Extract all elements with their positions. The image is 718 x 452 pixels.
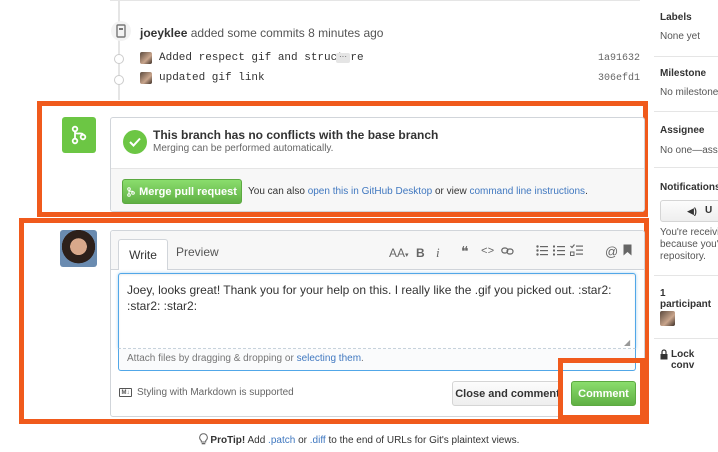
notifications-heading: Notifications: [660, 182, 718, 193]
divider: [654, 167, 718, 168]
check-circle-icon: [123, 130, 147, 154]
unsubscribe-label: U: [705, 205, 713, 216]
divider: [654, 111, 718, 112]
event-user-link[interactable]: joeyklee: [140, 26, 187, 40]
task-list-icon[interactable]: [570, 244, 583, 259]
unsubscribe-button[interactable]: ◀) U: [660, 200, 718, 222]
notification-reason: You're receivin: [660, 227, 718, 238]
markdown-help-link[interactable]: Styling with Markdown is supported: [137, 387, 294, 398]
resize-handle-icon[interactable]: ◢: [624, 338, 630, 347]
labels-value: None yet: [660, 31, 701, 42]
attach-suffix: .: [361, 353, 364, 364]
protip-text: to the end of URLs for Git's plaintext v…: [328, 435, 520, 446]
alt-suffix: .: [585, 186, 588, 197]
avatar[interactable]: [660, 311, 675, 326]
quote-icon[interactable]: ❝: [461, 244, 469, 261]
expand-ellipsis-button[interactable]: ···: [336, 53, 350, 63]
assignee-value[interactable]: No one—assig: [660, 145, 718, 156]
commit-dot-icon: [114, 75, 124, 85]
commit-sha-link[interactable]: 306efd1: [598, 73, 640, 84]
bookmark-icon[interactable]: [623, 244, 632, 259]
tab-preview[interactable]: Preview: [176, 245, 219, 259]
divider: [110, 0, 640, 1]
text-size-icon[interactable]: AA▾: [389, 246, 409, 260]
tab-write[interactable]: Write: [118, 239, 168, 270]
ordered-list-icon[interactable]: [553, 245, 565, 259]
protip-text: Add: [247, 435, 266, 446]
link-icon[interactable]: [501, 245, 514, 259]
close-and-comment-button[interactable]: Close and comment: [452, 381, 563, 406]
merge-panel: This branch has no conflicts with the ba…: [110, 117, 645, 212]
event-text: added some commits 8 minutes ago: [190, 26, 384, 40]
protip-text: or: [298, 435, 307, 446]
mute-icon: ◀): [687, 206, 697, 216]
commit-message-link[interactable]: updated gif link: [159, 72, 265, 84]
merge-status-title: This branch has no conflicts with the ba…: [153, 128, 439, 142]
avatar[interactable]: [60, 230, 97, 267]
italic-icon[interactable]: i: [436, 245, 440, 261]
open-desktop-link[interactable]: open this in GitHub Desktop: [308, 186, 433, 197]
diff-link[interactable]: .diff: [310, 435, 326, 446]
comment-tabbar: Write Preview AA▾ B i ❝ <> @: [111, 231, 644, 270]
select-files-link[interactable]: selecting them: [297, 353, 361, 364]
command-line-instructions-link[interactable]: command line instructions: [469, 186, 585, 197]
alt-mid: or view: [434, 186, 467, 197]
divider: [654, 338, 718, 339]
participants-heading: 1 participant: [660, 288, 712, 310]
merge-alt-text: You can also open this in GitHub Desktop…: [248, 186, 588, 197]
lightbulb-icon: [198, 433, 208, 448]
timeline-line: [118, 0, 120, 100]
milestone-value: No milestone: [660, 87, 718, 98]
attach-prefix: Attach files by dragging & dropping or: [127, 353, 294, 364]
notification-reason: because you're: [660, 239, 718, 250]
commit-dot-icon: [114, 54, 124, 64]
unordered-list-icon[interactable]: [536, 245, 548, 259]
divider: [654, 275, 718, 276]
patch-link[interactable]: .patch: [268, 435, 295, 446]
avatar[interactable]: [140, 52, 152, 64]
commit-sha-link[interactable]: 1a91632: [598, 53, 640, 64]
lock-icon: [660, 349, 668, 363]
alt-prefix: You can also: [248, 186, 305, 197]
protip: ProTip! Add .patch or .diff to the end o…: [0, 433, 718, 448]
lock-conversation-link[interactable]: Lock conv: [671, 349, 718, 371]
markdown-icon: M↓: [119, 388, 132, 397]
mention-icon[interactable]: @: [605, 244, 618, 259]
bold-icon[interactable]: B: [416, 246, 425, 260]
merge-status-subtitle: Merging can be performed automatically.: [153, 143, 334, 154]
merge-icon: [127, 186, 135, 197]
merge-icon: [62, 117, 96, 153]
notification-reason: repository.: [660, 251, 706, 262]
code-icon[interactable]: <>: [481, 246, 494, 258]
comment-textarea[interactable]: Joey, looks great! Thank you for your he…: [118, 273, 636, 349]
assignee-heading[interactable]: Assignee: [660, 125, 704, 136]
commit-event-icon: [111, 21, 131, 41]
merge-footer: Merge pull request You can also open thi…: [111, 169, 644, 211]
highlight-box-comment-button: [558, 358, 645, 420]
milestone-heading[interactable]: Milestone: [660, 68, 706, 79]
avatar[interactable]: [140, 72, 152, 84]
labels-heading[interactable]: Labels: [660, 12, 692, 23]
merge-button-label: Merge pull request: [139, 185, 237, 198]
protip-label: ProTip!: [210, 435, 246, 446]
commit-event: joeyklee added some commits 8 minutes ag…: [140, 26, 383, 40]
commit-message-link[interactable]: Added respect gif and structure: [159, 52, 364, 64]
merge-pull-request-button[interactable]: Merge pull request: [122, 179, 242, 204]
divider: [654, 56, 718, 57]
